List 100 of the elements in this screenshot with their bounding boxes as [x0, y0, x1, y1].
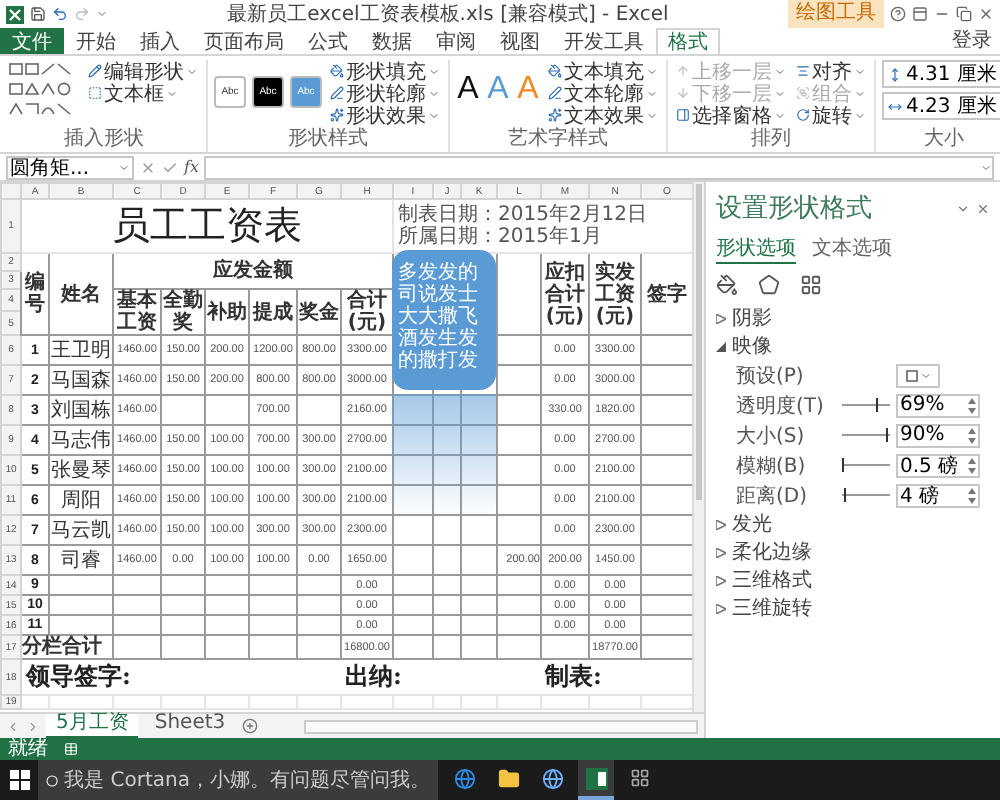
header-cell: 姓名: [49, 253, 113, 335]
search-field[interactable]: 我是 Cortana，小娜。有问题尽管问我。: [38, 760, 438, 800]
section-toggle[interactable]: 三维格式: [716, 566, 812, 594]
wordart-swatch[interactable]: A: [456, 72, 480, 108]
value-field[interactable]: 90%: [896, 423, 980, 447]
rotate-icon: [796, 108, 810, 122]
table-cell: 张曼琴: [49, 455, 113, 485]
value-field[interactable]: 4 磅: [896, 483, 980, 507]
table-cell: 刘国栋: [49, 395, 113, 425]
pen-icon: [330, 86, 344, 100]
sheet-title: 员工工资表: [112, 206, 302, 248]
header-cell: 实发工资(元): [589, 253, 641, 335]
insert-function-button[interactable]: fx: [184, 158, 199, 176]
ribbon-command[interactable]: 文本轮廓: [546, 82, 660, 104]
ribbon-command[interactable]: 选择窗格: [674, 104, 788, 126]
header-cell: 提成: [249, 289, 297, 335]
ribbon-tab[interactable]: 文件: [0, 28, 64, 54]
table-cell: 王卫明: [49, 335, 113, 365]
panel-icon: [676, 108, 690, 122]
setting-label: 预设(P): [736, 363, 806, 389]
pane-tab[interactable]: 形状选项: [716, 234, 796, 264]
pencil-icon: [88, 64, 102, 78]
context-tab-label: 绘图工具: [788, 0, 884, 28]
pane-menu-icon[interactable]: [956, 201, 970, 215]
group-label: 排列: [749, 128, 793, 152]
sheet-tab[interactable]: Sheet3: [144, 713, 236, 739]
text-box-icon: [88, 86, 102, 100]
square-icon: [905, 369, 917, 381]
header-cell: 奖金: [297, 289, 341, 335]
paint-bucket-icon: [330, 64, 344, 78]
save-icon[interactable]: [30, 6, 46, 22]
pane-tab[interactable]: 文本选项: [812, 234, 892, 264]
spreadsheet-app-icon[interactable]: [578, 760, 614, 800]
date-label: 制表日期：: [398, 204, 498, 226]
close-icon[interactable]: [978, 6, 994, 22]
table-cell: 马国森: [49, 365, 113, 395]
arrow-down-icon: [676, 86, 690, 100]
section-toggle[interactable]: 三维旋转: [716, 594, 812, 622]
sheet-tab[interactable]: 5月工资: [46, 713, 139, 739]
ribbon-command[interactable]: 文本效果: [546, 104, 660, 126]
section-toggle[interactable]: 阴影: [716, 304, 772, 332]
ribbon-command[interactable]: 形状填充: [328, 60, 442, 82]
undo-icon[interactable]: [52, 6, 68, 22]
table-cell: 周阳: [49, 485, 113, 515]
name-box[interactable]: 圆角矩...: [6, 155, 134, 179]
pentagon-icon[interactable]: [758, 274, 780, 296]
app-icon[interactable]: [6, 5, 24, 23]
ribbon-tab[interactable]: 格式: [656, 28, 720, 54]
group-label: 插入形状: [62, 128, 146, 152]
size-field[interactable]: 4.31 厘米: [882, 60, 1000, 88]
ribbon-command[interactable]: 文本填充: [546, 60, 660, 82]
paint-bucket-icon[interactable]: [716, 274, 738, 296]
cortana-icon: [46, 771, 59, 789]
width-icon: [888, 99, 902, 113]
vertical-scrollbar[interactable]: [692, 182, 704, 712]
signature-label: 出纳:: [345, 662, 402, 690]
ribbon-command[interactable]: 文本框: [86, 82, 200, 104]
ribbon-command[interactable]: 编辑形状: [86, 60, 200, 82]
spinner-icon: [968, 397, 976, 413]
restore-icon[interactable]: [956, 6, 972, 22]
period-label: 所属日期：: [398, 226, 498, 248]
pane-title: 设置形状格式: [716, 192, 874, 226]
help-icon[interactable]: [890, 6, 906, 22]
ribbon-command[interactable]: 形状轮廓: [328, 82, 442, 104]
horizontal-scrollbar[interactable]: [303, 719, 698, 733]
enter-icon[interactable]: [162, 159, 178, 175]
header-cell: 应扣合计(元): [541, 253, 589, 335]
table-cell: 司睿: [49, 545, 113, 575]
pen-icon: [548, 86, 562, 100]
value-field[interactable]: 0.5 磅: [896, 453, 980, 477]
close-icon[interactable]: [976, 201, 990, 215]
size-field[interactable]: 4.23 厘米: [882, 92, 1000, 120]
header-cell: 全勤奖: [161, 289, 205, 335]
setting-label: 距离(D): [736, 483, 810, 509]
align-icon: [796, 64, 810, 78]
table-icon[interactable]: [64, 742, 78, 756]
section-toggle[interactable]: 发光: [716, 510, 772, 538]
paint-bucket-icon: [548, 64, 562, 78]
window-title: 最新员工excel工资表模板.xls [兼容模式] - Excel: [225, 1, 671, 28]
cancel-icon[interactable]: [140, 159, 156, 175]
ribbon-command[interactable]: 对齐: [794, 60, 868, 82]
section-toggle[interactable]: 映像: [716, 332, 772, 360]
section-toggle[interactable]: 柔化边缘: [716, 538, 812, 566]
ribbon-command[interactable]: 旋转: [794, 104, 868, 126]
setting-label: 大小(S): [736, 423, 807, 449]
shape-reflection: [392, 394, 496, 518]
table-cell: 马志伟: [49, 425, 113, 455]
value-field[interactable]: 69%: [896, 393, 980, 417]
windows-logo-icon[interactable]: [10, 770, 30, 790]
header-cell: 补助: [205, 289, 249, 335]
add-sheet-icon[interactable]: [241, 718, 258, 734]
preset-button[interactable]: [896, 363, 940, 387]
formula-field[interactable]: [204, 155, 994, 179]
grid-icon[interactable]: [800, 274, 822, 296]
ribbon-display-icon[interactable]: [912, 6, 928, 22]
sparkle-icon: [330, 108, 344, 122]
signature-label: 制表:: [545, 662, 602, 690]
sign-in-link[interactable]: 登录: [952, 28, 992, 54]
ribbon-command[interactable]: 形状效果: [328, 104, 442, 126]
setting-label: 模糊(B): [736, 453, 808, 479]
